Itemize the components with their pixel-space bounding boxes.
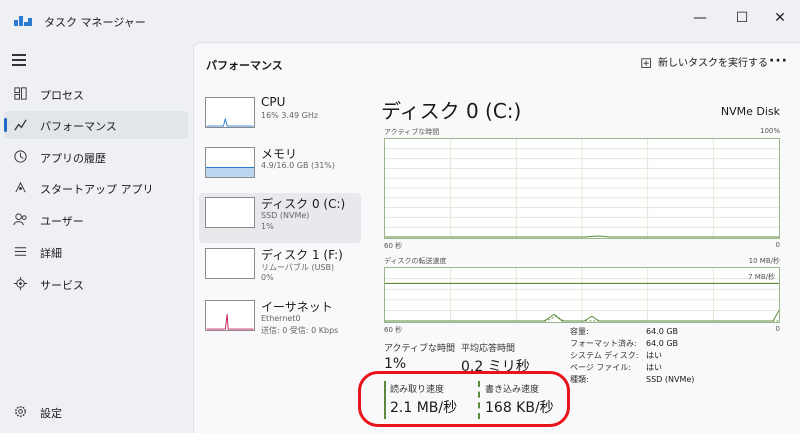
device-usage: 送信: 0 受信: 0 Kbps bbox=[261, 326, 339, 335]
nav-item-services[interactable]: サービス bbox=[4, 270, 188, 298]
nav-label: アプリの履歴 bbox=[40, 152, 106, 165]
services-icon bbox=[13, 276, 28, 291]
device-usage: 0% bbox=[261, 273, 274, 282]
more-options-button[interactable]: ··· bbox=[769, 53, 788, 69]
device-memory[interactable]: メモリ 4.9/16.0 GB (31%) bbox=[199, 143, 361, 193]
disk-properties: 容量: 64.0 GB フォーマット済み: 64.0 GB システム ディスク: はい… bbox=[570, 326, 710, 386]
nav-item-settings[interactable]: 設定 bbox=[4, 398, 188, 426]
device-name: メモリ bbox=[261, 147, 298, 161]
users-icon bbox=[13, 213, 27, 226]
disk-1-thumbnail bbox=[205, 248, 255, 279]
device-detail: 4.9/16.0 GB (31%) bbox=[261, 161, 336, 170]
nav-label: プロセス bbox=[40, 89, 84, 102]
hamburger-menu-icon[interactable] bbox=[12, 52, 28, 66]
property-row: フォーマット済み: 64.0 GB bbox=[570, 338, 710, 350]
graph1-time-right: 0 bbox=[775, 241, 780, 249]
device-usage: 1% bbox=[261, 222, 274, 231]
property-key: ページ ファイル: bbox=[570, 363, 632, 372]
property-row: ページ ファイル: はい bbox=[570, 362, 710, 374]
device-detail: リムーバブル (USB) bbox=[261, 263, 335, 272]
property-row: 種類: SSD (NVMe) bbox=[570, 374, 710, 386]
property-value: 64.0 GB bbox=[646, 339, 679, 348]
property-row: システム ディスク: はい bbox=[570, 350, 710, 362]
active-time-stat-label: アクティブな時間 bbox=[384, 344, 456, 354]
device-detail: SSD (NVMe) bbox=[261, 211, 310, 220]
disk-0-thumbnail bbox=[205, 197, 255, 228]
graph2-time-right: 0 bbox=[775, 325, 780, 333]
device-disk-0[interactable]: ディスク 0 (C:) SSD (NVMe) 1% bbox=[199, 193, 361, 243]
gear-icon bbox=[15, 406, 26, 417]
ethernet-thumbnail bbox=[205, 300, 255, 331]
title-bar: タスク マネージャー — ☐ ✕ bbox=[0, 0, 800, 42]
device-name: ディスク 0 (C:) bbox=[261, 197, 346, 211]
device-disk-1[interactable]: ディスク 1 (F:) リムーバブル (USB) 0% bbox=[199, 244, 361, 294]
write-speed-label: 書き込み速度 bbox=[485, 385, 540, 395]
window-title: タスク マネージャー bbox=[44, 16, 146, 29]
nav-item-performance[interactable]: パフォーマンス bbox=[4, 111, 188, 139]
property-row: 容量: 64.0 GB bbox=[570, 326, 710, 338]
device-name: ディスク 1 (F:) bbox=[261, 248, 343, 262]
device-cpu[interactable]: CPU 16% 3.49 GHz bbox=[199, 93, 361, 143]
transfer-rate-graph: 7 MB/秒 bbox=[384, 267, 780, 323]
nav-item-users[interactable]: ユーザー bbox=[4, 206, 188, 234]
transfer-rate-graph-label: ディスクの転送速度 bbox=[384, 257, 447, 265]
property-key: フォーマット済み: bbox=[570, 339, 637, 348]
property-key: 種類: bbox=[570, 375, 589, 384]
write-speed-indicator bbox=[478, 381, 480, 419]
property-value: はい bbox=[646, 351, 662, 360]
disk-model: NVMe Disk bbox=[720, 105, 780, 118]
nav-item-details[interactable]: 詳細 bbox=[4, 238, 188, 266]
page-title: パフォーマンス bbox=[206, 59, 283, 72]
disk-title: ディスク 0 (C:) bbox=[381, 99, 522, 123]
property-key: システム ディスク: bbox=[570, 351, 639, 360]
device-detail: 16% 3.49 GHz bbox=[261, 111, 319, 120]
details-icon bbox=[14, 247, 27, 256]
response-time-stat-value: 0.2 ミリ秒 bbox=[461, 359, 530, 375]
memory-thumbnail bbox=[205, 147, 255, 178]
transfer-rate-line-label: 7 MB/秒 bbox=[748, 273, 775, 281]
performance-icon bbox=[14, 119, 27, 131]
nav-label: パフォーマンス bbox=[40, 120, 117, 133]
close-button[interactable]: ✕ bbox=[760, 4, 800, 32]
task-manager-icon bbox=[14, 14, 32, 26]
active-time-graph-label: アクティブな時間 bbox=[384, 128, 440, 136]
processes-icon bbox=[14, 87, 27, 100]
property-value: 64.0 GB bbox=[646, 327, 679, 336]
startup-icon bbox=[15, 181, 26, 193]
graph1-time-left: 60 秒 bbox=[384, 242, 403, 250]
active-time-graph bbox=[384, 138, 780, 239]
read-speed-label: 読み取り速度 bbox=[390, 385, 445, 395]
device-detail: Ethernet0 bbox=[261, 314, 301, 323]
nav-item-processes[interactable]: プロセス bbox=[4, 80, 188, 108]
write-speed-value: 168 KB/秒 bbox=[485, 400, 554, 416]
nav-label: サービス bbox=[40, 279, 84, 292]
active-time-stat-value: 1% bbox=[384, 356, 407, 372]
nav-item-startup[interactable]: スタートアップ アプリ bbox=[4, 174, 188, 202]
nav-label: 詳細 bbox=[40, 247, 62, 260]
nav-label: ユーザー bbox=[40, 215, 84, 228]
nav-label: 設定 bbox=[40, 407, 62, 420]
device-name: イーサネット bbox=[261, 300, 333, 314]
nav-label: スタートアップ アプリ bbox=[40, 183, 154, 196]
run-task-icon bbox=[641, 58, 651, 68]
property-value: はい bbox=[646, 363, 662, 372]
active-time-graph-max: 100% bbox=[759, 127, 780, 135]
transfer-rate-graph-max: 10 MB/秒 bbox=[748, 257, 780, 265]
cpu-thumbnail bbox=[205, 97, 255, 128]
main-panel: パフォーマンス 新しいタスクを実行する ··· CPU 16% 3.49 GHz… bbox=[193, 42, 800, 433]
app-history-icon bbox=[14, 150, 27, 163]
response-time-stat-label: 平均応答時間 bbox=[461, 344, 516, 354]
graph2-time-left: 60 秒 bbox=[384, 326, 403, 334]
minimize-button[interactable]: — bbox=[680, 4, 720, 32]
run-new-task-button[interactable]: 新しいタスクを実行する bbox=[640, 53, 768, 75]
property-value: SSD (NVMe) bbox=[646, 375, 695, 384]
read-speed-value: 2.1 MB/秒 bbox=[390, 400, 458, 416]
run-task-label: 新しいタスクを実行する bbox=[658, 58, 768, 69]
nav-item-app-history[interactable]: アプリの履歴 bbox=[4, 143, 188, 171]
device-name: CPU bbox=[261, 95, 286, 109]
read-speed-indicator bbox=[384, 381, 386, 419]
device-ethernet[interactable]: イーサネット Ethernet0 送信: 0 受信: 0 Kbps bbox=[199, 296, 361, 346]
maximize-button[interactable]: ☐ bbox=[722, 4, 762, 32]
property-key: 容量: bbox=[570, 327, 589, 336]
